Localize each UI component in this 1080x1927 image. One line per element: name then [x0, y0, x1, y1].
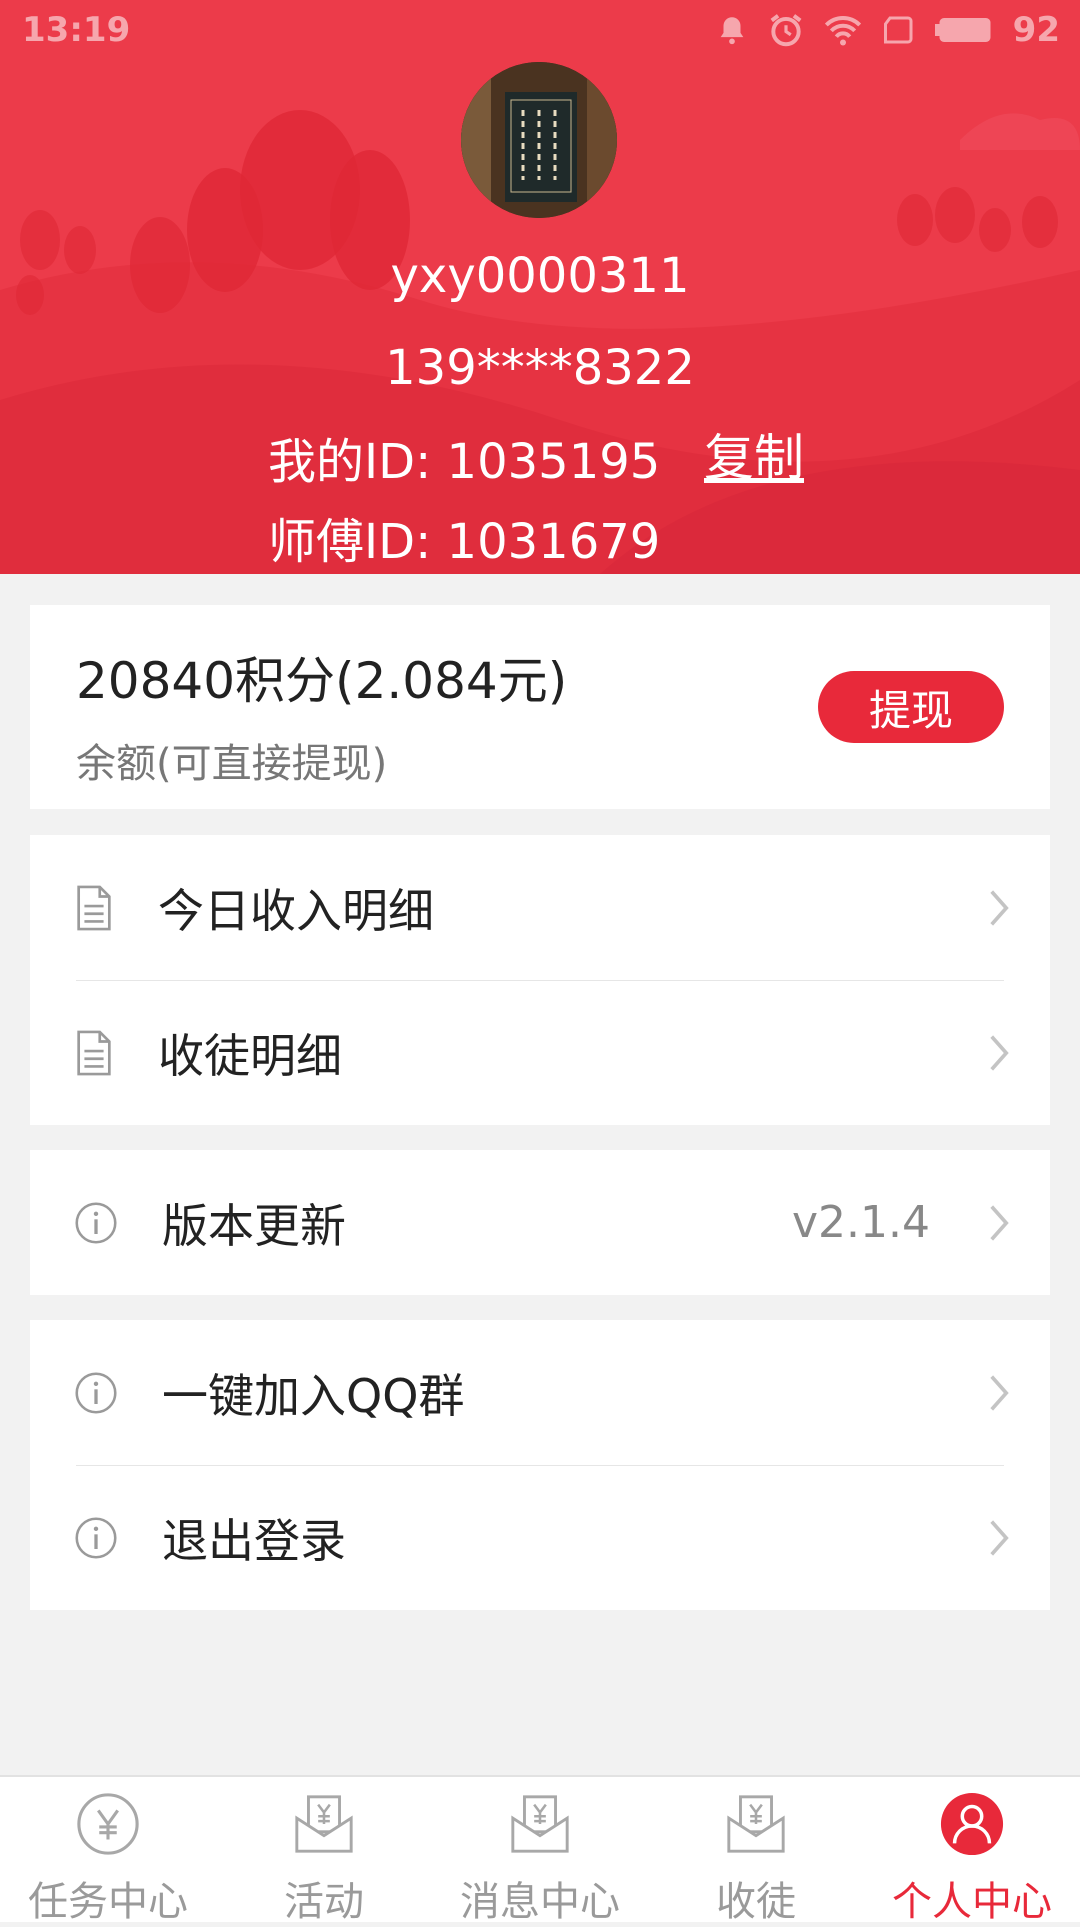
menu-item-logout[interactable]: 退出登录 [30, 1465, 1050, 1610]
menu-label: 版本更新 [162, 1198, 346, 1253]
balance-card: 20840积分(2.084元) 余额(可直接提现) 提现 [30, 605, 1050, 809]
points-balance: 20840积分(2.084元) [76, 652, 568, 710]
menu-item-today-income[interactable]: 今日收入明细 [30, 835, 1050, 980]
withdraw-button[interactable]: 提现 [818, 671, 1004, 743]
document-icon [77, 885, 111, 930]
menu-card-income: 今日收入明细 收徒明细 [30, 835, 1050, 1125]
tab-label: 任务中心 [28, 1879, 188, 1925]
envelope-yen-icon [727, 1795, 785, 1853]
menu-card-account: 一键加入QQ群 退出登录 [30, 1320, 1050, 1610]
tab-activity[interactable]: 活动 [216, 1777, 432, 1925]
notification-muted-icon [720, 17, 744, 45]
menu-label: 今日收入明细 [158, 883, 434, 938]
balance-subtitle: 余额(可直接提现) [76, 741, 388, 787]
menu-item-disciple-detail[interactable]: 收徒明细 [30, 980, 1050, 1125]
version-value: v2.1.4 [792, 1197, 930, 1248]
tab-task-center[interactable]: 任务中心 [0, 1777, 216, 1925]
username: yxy0000311 [390, 248, 690, 304]
wifi-icon [824, 16, 861, 46]
info-icon [75, 1371, 117, 1414]
info-icon [75, 1201, 117, 1244]
battery-icon [934, 18, 991, 42]
bottom-tab-bar: 任务中心 活动 消息中心 收徒 个人中心 [0, 1775, 1080, 1925]
tab-personal-center[interactable]: 个人中心 [864, 1777, 1080, 1925]
profile-header: 13:19 92 yxy0000311 139****8322 我的ID: 10… [0, 0, 1080, 574]
my-id: 我的ID: 1035195 [268, 434, 661, 490]
yen-circle-icon [77, 1793, 139, 1855]
phone-number: 139****8322 [385, 340, 695, 396]
tab-label: 消息中心 [460, 1879, 620, 1925]
tab-label: 个人中心 [892, 1879, 1052, 1925]
envelope-yen-icon [295, 1795, 353, 1853]
tab-recruit[interactable]: 收徒 [648, 1777, 864, 1925]
menu-card-version: 版本更新 v2.1.4 [30, 1150, 1050, 1295]
copy-id-link[interactable]: 复制 [704, 418, 804, 490]
tab-label: 收徒 [716, 1879, 796, 1925]
battery-level: 92 [1012, 10, 1060, 50]
user-icon [940, 1792, 1004, 1856]
chevron-right-icon [990, 1204, 1009, 1241]
alarm-icon [770, 14, 802, 47]
menu-item-join-qq[interactable]: 一键加入QQ群 [30, 1320, 1050, 1465]
tab-label: 活动 [284, 1879, 364, 1925]
document-icon [77, 1030, 111, 1075]
envelope-yen-icon [511, 1795, 569, 1853]
avatar-image [461, 62, 617, 218]
menu-label: 收徒明细 [158, 1028, 342, 1083]
chevron-right-icon [990, 1519, 1009, 1556]
menu-item-version-update[interactable]: 版本更新 v2.1.4 [30, 1150, 1050, 1295]
menu-label: 一键加入QQ群 [162, 1368, 465, 1423]
menu-label: 退出登录 [162, 1513, 346, 1568]
chevron-right-icon [990, 889, 1009, 926]
sim-card-icon [883, 16, 913, 44]
status-time: 13:19 [22, 10, 131, 50]
status-bar: 13:19 92 [0, 0, 1080, 60]
avatar[interactable] [461, 62, 617, 218]
tab-message-center[interactable]: 消息中心 [432, 1777, 648, 1925]
chevron-right-icon [990, 1034, 1009, 1071]
master-id: 师傅ID: 1031679 [268, 514, 661, 570]
chevron-right-icon [990, 1374, 1009, 1411]
info-icon [75, 1516, 117, 1559]
